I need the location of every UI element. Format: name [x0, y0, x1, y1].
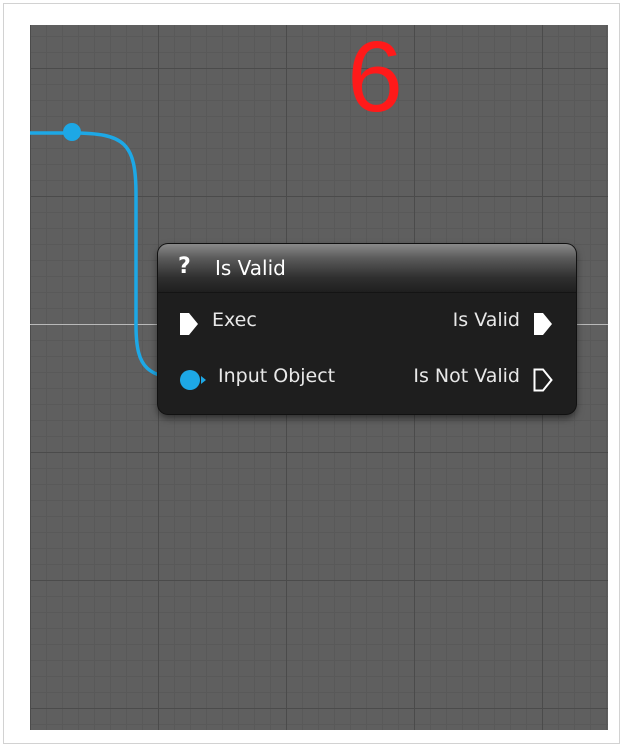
exec-input-label: Exec: [212, 309, 257, 331]
question-mark-icon: ?: [178, 254, 191, 279]
is-valid-output-label: Is Valid: [452, 309, 520, 331]
is-valid-node[interactable]: ? Is Valid Exec Input Object Is Valid Is…: [158, 244, 576, 414]
exec-pin-icon[interactable]: [532, 311, 554, 337]
node-header[interactable]: ? Is Valid: [158, 244, 576, 293]
input-object-label: Input Object: [218, 365, 336, 387]
exec-input-pin[interactable]: Exec: [158, 307, 358, 337]
object-pin-icon[interactable]: [178, 367, 208, 393]
input-object-pin[interactable]: Input Object: [158, 363, 378, 393]
step-number-annotation: 6: [347, 25, 403, 133]
is-valid-output-pin[interactable]: Is Valid: [376, 307, 576, 337]
reroute-knot[interactable]: [63, 123, 81, 141]
is-not-valid-output-label: Is Not Valid: [413, 365, 520, 387]
screenshot-frame: 6 ? Is Valid Exec Input Object Is Valid: [3, 3, 620, 744]
node-title: Is Valid: [215, 256, 286, 280]
is-not-valid-output-pin[interactable]: Is Not Valid: [356, 363, 576, 393]
exec-pin-icon[interactable]: [178, 311, 200, 337]
exec-pin-icon[interactable]: [532, 367, 554, 393]
